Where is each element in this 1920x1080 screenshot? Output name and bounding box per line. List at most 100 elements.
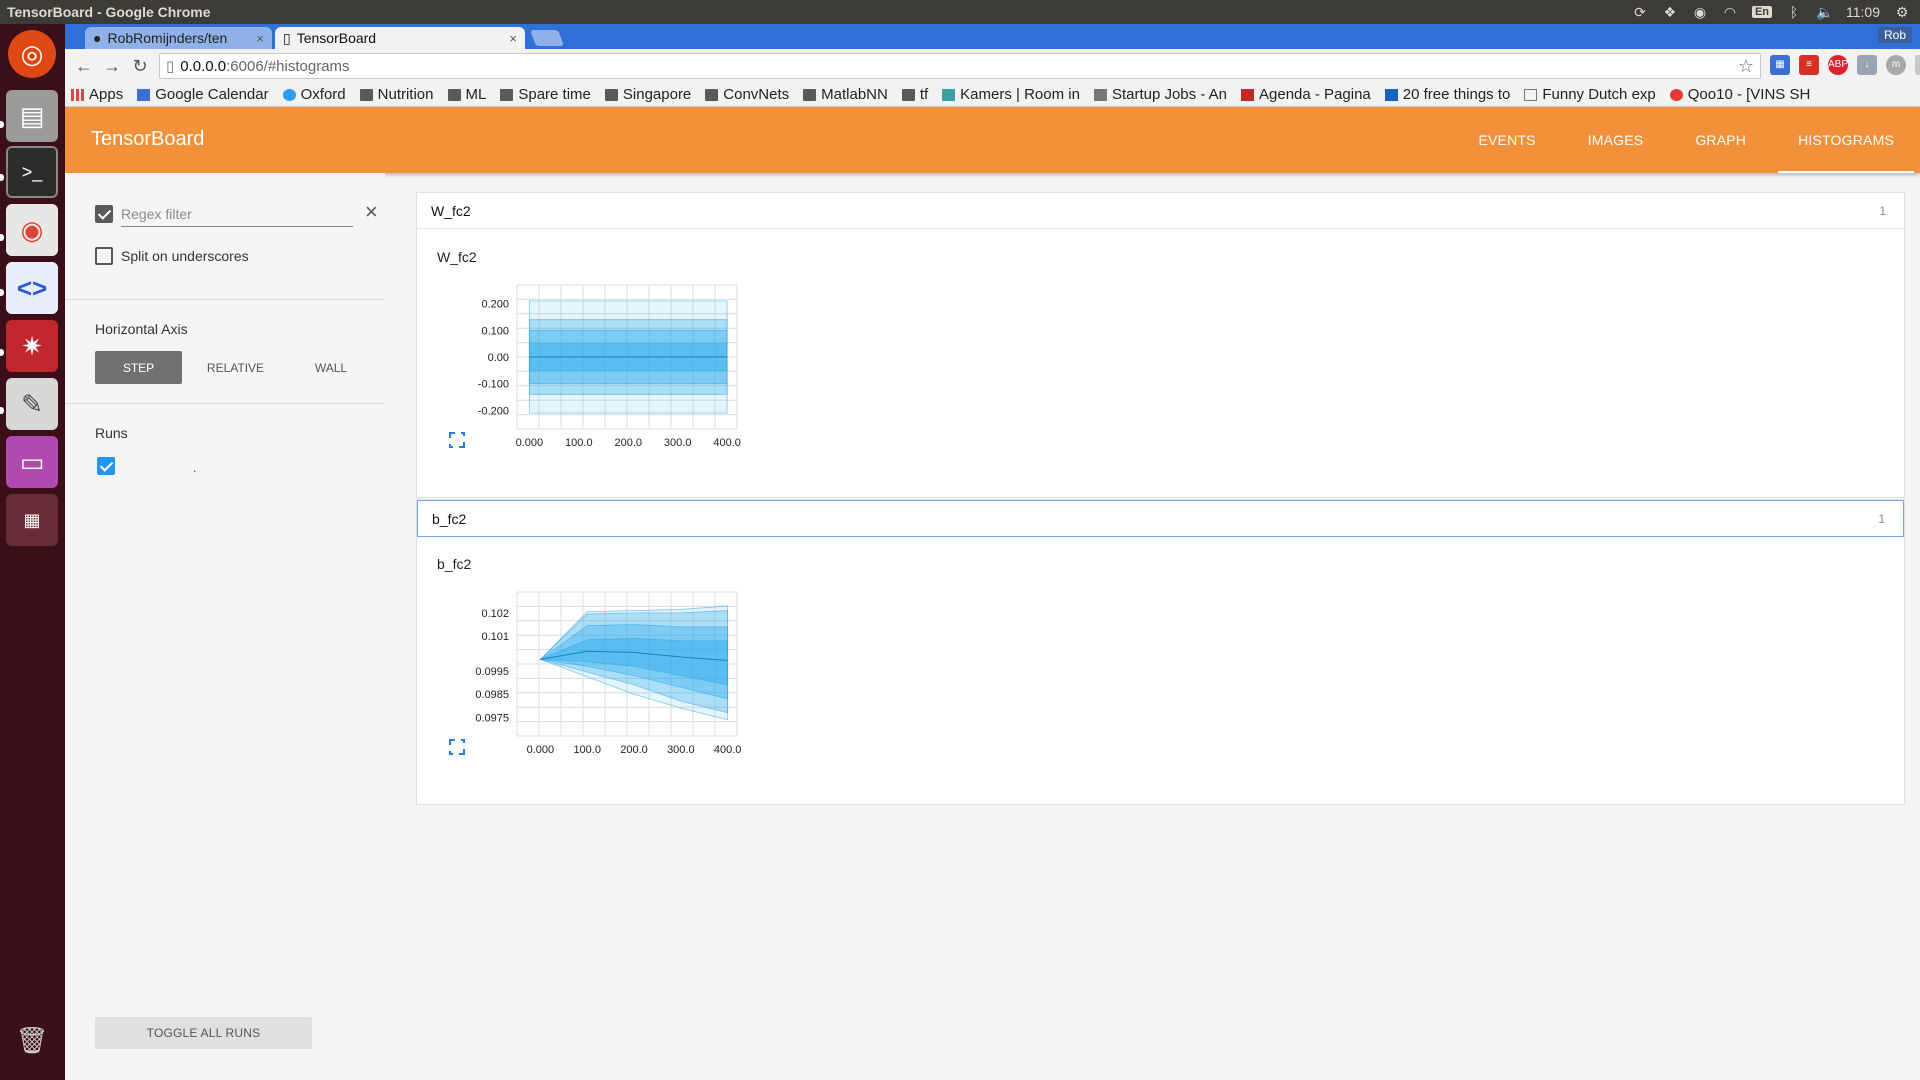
- bookmark-apps[interactable]: Apps: [71, 86, 123, 103]
- y-tick-label: 0.100: [481, 325, 509, 337]
- bookmark-oxford[interactable]: Oxford: [282, 86, 346, 103]
- bookmark-startup-jobs[interactable]: Startup Jobs - An: [1093, 86, 1227, 103]
- tab-label: RobRomijnders/ten: [107, 30, 228, 46]
- tab-events[interactable]: EVENTS: [1452, 107, 1561, 173]
- card-header[interactable]: b_fc2 1: [417, 500, 1904, 537]
- axis-step-button[interactable]: STEP: [95, 351, 182, 384]
- bookmark-star-icon[interactable]: ☆: [1738, 56, 1754, 77]
- adblock-extension-icon[interactable]: ABP: [1828, 55, 1848, 75]
- tab-images[interactable]: IMAGES: [1562, 107, 1670, 173]
- bookmark-folder-tf[interactable]: tf: [901, 86, 928, 103]
- close-tab-icon[interactable]: ×: [256, 31, 264, 46]
- wifi-icon[interactable]: ◠: [1722, 4, 1738, 20]
- close-tab-icon[interactable]: ×: [509, 31, 517, 46]
- bookmark-label: Qoo10 - [VINS SH: [1687, 86, 1811, 103]
- bluetooth-icon[interactable]: ᛒ: [1786, 4, 1802, 20]
- tab-tensorboard[interactable]: ▯ TensorBoard ×: [275, 27, 525, 49]
- text-editor-icon[interactable]: ✎: [6, 378, 58, 430]
- app-window-icon[interactable]: ▭: [6, 436, 58, 488]
- tensorboard-nav: EVENTS IMAGES GRAPH HISTOGRAMS: [1452, 107, 1920, 173]
- keyboard-layout-indicator[interactable]: En: [1751, 6, 1772, 18]
- bookmark-label: Funny Dutch exp: [1542, 86, 1656, 103]
- settings-gear-icon[interactable]: ⚙: [1894, 4, 1910, 20]
- system-tray: ⟳ ❖ ◉ ◠ En ᛒ 🔈 11:09 ⚙: [1632, 4, 1920, 20]
- clock[interactable]: 11:09: [1846, 4, 1880, 20]
- run-checkbox[interactable]: [97, 457, 115, 475]
- bookmark-folder-ml[interactable]: ML: [447, 86, 486, 103]
- divider: [65, 403, 385, 404]
- split-underscores-checkbox[interactable]: [95, 247, 113, 265]
- bookmark-agenda[interactable]: Agenda - Pagina: [1241, 86, 1371, 103]
- files-icon[interactable]: ▤: [6, 90, 58, 142]
- bookmark-folder-matlabnn[interactable]: MatlabNN: [803, 86, 888, 103]
- bookmark-label: Nutrition: [377, 86, 434, 103]
- app-title: TensorBoard: [91, 128, 205, 150]
- horizontal-axis-title: Horizontal Axis: [95, 321, 188, 337]
- profile-badge[interactable]: Rob: [1877, 27, 1912, 43]
- y-tick-label: 0.0985: [475, 689, 509, 701]
- sidebar: × Split on underscores Horizontal Axis S…: [65, 173, 385, 1080]
- page-info-icon[interactable]: ▯: [166, 57, 174, 75]
- bookmark-label: Spare time: [518, 86, 591, 103]
- y-tick-label: 0.00: [488, 352, 509, 364]
- tab-github[interactable]: ● RobRomijnders/ten ×: [85, 27, 272, 49]
- x-tick-label: 300.0: [664, 437, 692, 449]
- clear-regex-icon[interactable]: ×: [365, 201, 378, 223]
- chrome-tray-icon[interactable]: ◉: [1692, 4, 1708, 20]
- calendar-extension-icon[interactable]: ▦: [1770, 55, 1790, 75]
- extension-icon[interactable]: ▥: [1915, 55, 1920, 75]
- expand-icon[interactable]: [449, 432, 465, 448]
- bookmark-qoo10[interactable]: Qoo10 - [VINS SH: [1669, 86, 1811, 103]
- expand-icon[interactable]: [449, 739, 465, 755]
- download-extension-icon[interactable]: ↓: [1857, 55, 1877, 75]
- chrome-icon[interactable]: ◉: [6, 204, 58, 256]
- x-tick-label: 100.0: [573, 744, 601, 756]
- network-app-icon[interactable]: ✷: [6, 320, 58, 372]
- back-icon[interactable]: ←: [70, 56, 98, 77]
- ubuntu-dash-icon[interactable]: ◎: [8, 30, 56, 78]
- m-extension-icon[interactable]: m: [1886, 55, 1906, 75]
- tab-histograms[interactable]: HISTOGRAMS: [1772, 107, 1920, 173]
- axis-relative-button[interactable]: RELATIVE: [192, 351, 279, 384]
- toggle-all-runs-button[interactable]: TOGGLE ALL RUNS: [95, 1017, 312, 1049]
- axis-wall-button[interactable]: WALL: [291, 351, 371, 384]
- bookmark-free-things[interactable]: 20 free things to: [1384, 86, 1510, 103]
- card-title: W_fc2: [431, 202, 471, 219]
- address-bar[interactable]: ▯ 0.0.0.0:6006/#histograms ☆: [159, 53, 1761, 79]
- y-tick-label: 0.0975: [475, 712, 509, 724]
- todoist-extension-icon[interactable]: ≡: [1799, 55, 1819, 75]
- code-editor-icon[interactable]: <>: [6, 262, 58, 314]
- card-header[interactable]: W_fc2 1: [417, 193, 1904, 229]
- bookmark-folder-singapore[interactable]: Singapore: [604, 86, 692, 103]
- extensions: ▦ ≡ ABP ↓ m ▥ ≡: [1770, 55, 1920, 75]
- x-tick-label: 0.000: [516, 437, 544, 449]
- bookmark-google-calendar[interactable]: Google Calendar: [137, 86, 269, 103]
- bookmark-folder-convnets[interactable]: ConvNets: [705, 86, 789, 103]
- sync-icon[interactable]: ⟳: [1632, 4, 1648, 20]
- volume-icon[interactable]: 🔈: [1816, 4, 1833, 20]
- bookmark-kamers[interactable]: Kamers | Room in: [942, 86, 1080, 103]
- site-icon: [1093, 88, 1107, 101]
- bookmark-label: Singapore: [622, 86, 692, 103]
- x-tick-label: 200.0: [614, 437, 642, 449]
- y-tick-label: 0.101: [481, 631, 509, 643]
- x-tick-label: 300.0: [667, 744, 695, 756]
- terminal-icon[interactable]: >_: [6, 146, 58, 198]
- forward-icon[interactable]: →: [98, 56, 126, 77]
- bookmark-folder-spare-time[interactable]: Spare time: [500, 86, 591, 103]
- bookmark-funny-dutch[interactable]: Funny Dutch exp: [1524, 86, 1656, 103]
- card-count: 1: [1879, 204, 1886, 218]
- reload-icon[interactable]: ↻: [126, 56, 154, 77]
- workspace-switcher-icon[interactable]: ▦: [6, 494, 58, 546]
- new-tab-button[interactable]: [530, 30, 564, 46]
- regex-checkbox[interactable]: [95, 205, 113, 223]
- bookmark-folder-nutrition[interactable]: Nutrition: [359, 86, 434, 103]
- trash-icon[interactable]: 🗑: [6, 1014, 58, 1066]
- y-tick-label: 0.200: [481, 299, 509, 311]
- url-path: :6006/#histograms: [226, 57, 350, 75]
- tab-graph[interactable]: GRAPH: [1669, 107, 1772, 173]
- site-icon: [1384, 88, 1398, 101]
- regex-filter-input[interactable]: [121, 201, 353, 227]
- dropbox-icon[interactable]: ❖: [1662, 4, 1678, 20]
- apps-grid-icon: [71, 88, 84, 101]
